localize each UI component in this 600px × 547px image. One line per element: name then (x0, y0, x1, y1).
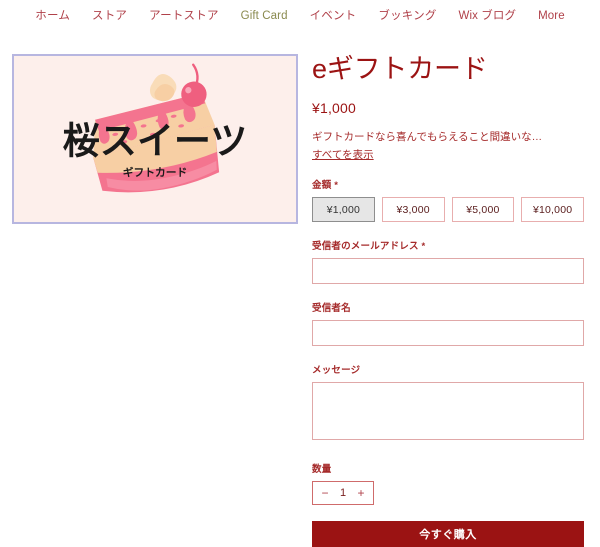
quantity-stepper: − 1 + (312, 481, 374, 505)
nav-item-store[interactable]: ストア (81, 8, 138, 24)
gift-card-illustration: 桜スイーツ ギフトカード (15, 56, 295, 222)
product-image-frame[interactable]: 桜スイーツ ギフトカード (12, 54, 298, 224)
page-title: eギフトカード (312, 54, 488, 84)
nav-item-wix-blog[interactable]: Wix ブログ (448, 8, 528, 24)
nav-item-art-store[interactable]: アートストア (138, 8, 230, 24)
product-description: ギフトカードなら喜んでもらえること間違いな… (312, 131, 543, 143)
see-all-link[interactable]: すべてを表示 (312, 148, 374, 163)
nav-item-more[interactable]: More (527, 8, 576, 24)
message-textarea[interactable] (312, 382, 584, 440)
nav-item-booking[interactable]: ブッキング (367, 8, 447, 24)
nav-item-gift-card[interactable]: Gift Card (230, 8, 299, 24)
recipient-email-label: 受信者のメールアドレス * (312, 241, 426, 252)
product-info: eギフトカード ¥1,000 ギフトカードなら喜んでもらえること間違いな… すべ… (300, 54, 600, 547)
amount-option-10000[interactable]: ¥10,000 (521, 197, 584, 222)
product-gallery: 桜スイーツ ギフトカード (0, 54, 300, 224)
card-sub-text: ギフトカード (123, 166, 187, 179)
recipient-email-input[interactable] (312, 258, 584, 284)
amount-option-1000[interactable]: ¥1,000 (312, 197, 375, 222)
site-navigation: ホーム ストア アートストア Gift Card イベント ブッキング Wix … (0, 0, 600, 30)
minus-icon[interactable]: − (319, 487, 331, 499)
amount-label: 金額 * (312, 180, 339, 191)
quantity-value: 1 (339, 486, 347, 499)
amount-options: ¥1,000 ¥3,000 ¥5,000 ¥10,000 (312, 197, 584, 222)
recipient-name-label: 受信者名 (312, 303, 351, 314)
nav-item-events[interactable]: イベント (299, 8, 368, 24)
amount-option-3000[interactable]: ¥3,000 (381, 197, 445, 222)
amount-option-5000[interactable]: ¥5,000 (451, 197, 515, 222)
product-page: 桜スイーツ ギフトカード eギフトカード ¥1,000 ギフトカードなら喜んでも… (0, 30, 600, 547)
nav-item-home[interactable]: ホーム (24, 8, 81, 24)
card-brand-text: 桜スイーツ (63, 120, 248, 162)
product-price: ¥1,000 (312, 100, 357, 116)
buy-now-button[interactable]: 今すぐ購入 (312, 521, 584, 547)
recipient-name-input[interactable] (312, 320, 584, 346)
message-label: メッセージ (312, 365, 361, 376)
quantity-label: 数量 (312, 464, 332, 475)
plus-icon[interactable]: + (355, 487, 367, 499)
